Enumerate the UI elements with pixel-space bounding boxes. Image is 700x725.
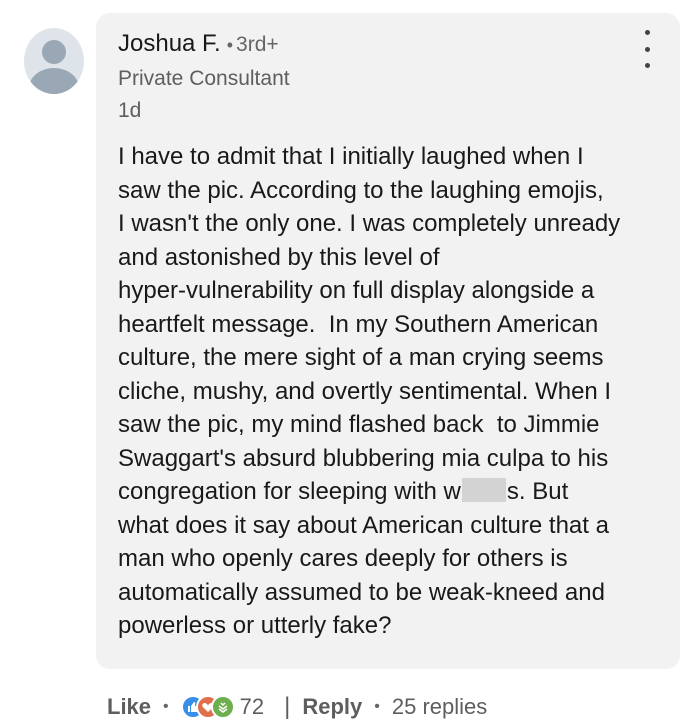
- author-line: Joshua F. • 3rd+: [118, 30, 279, 58]
- avatar-body: [29, 68, 79, 94]
- like-button[interactable]: Like: [107, 694, 151, 720]
- avatar[interactable]: [24, 28, 84, 94]
- reactions-summary[interactable]: 72: [180, 694, 265, 720]
- reaction-count: 72: [239, 694, 265, 719]
- connection-degree: 3rd+: [236, 33, 279, 56]
- support-icon: [210, 695, 235, 719]
- more-options-icon[interactable]: [638, 30, 656, 68]
- comment-text-part-1: I have to admit that I initially laughed…: [118, 143, 621, 505]
- action-separator-dot: •: [163, 698, 169, 715]
- author-headline: Private Consultant: [118, 67, 290, 90]
- avatar-head: [42, 40, 66, 64]
- replies-count-link[interactable]: 25 replies: [392, 694, 487, 720]
- author-name[interactable]: Joshua F.: [118, 30, 221, 57]
- comment-timestamp: 1d: [118, 99, 142, 122]
- action-separator-dot: •: [374, 698, 380, 715]
- action-divider: |: [284, 693, 291, 720]
- reply-button[interactable]: Reply: [302, 694, 362, 720]
- comment-actions: Like • 72 | Reply • 25 replies: [107, 690, 487, 724]
- comment-text: I have to admit that I initially laughed…: [118, 140, 668, 643]
- redaction-block: [461, 478, 506, 502]
- degree-separator-dot: •: [226, 35, 234, 55]
